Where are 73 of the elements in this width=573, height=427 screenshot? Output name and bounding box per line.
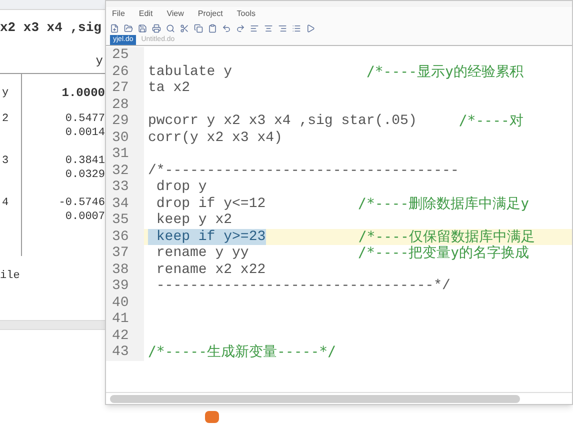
code-comment: /*----仅保留数据库中满足 (357, 228, 535, 245)
code-comment: /*-----生成新变量-----*/ (148, 344, 336, 360)
command-text: x2 x3 x4 ,sig (0, 19, 102, 37)
line-number: 29 (112, 113, 129, 129)
column-header: y (96, 52, 103, 70)
menu-item[interactable]: View (166, 8, 184, 20)
row-label: 4 (2, 196, 10, 210)
table-value: 0.5477 (65, 112, 105, 126)
menu-item[interactable]: Tools (236, 8, 256, 20)
row-label: 3 (2, 154, 10, 168)
line-number: 35 (112, 212, 129, 228)
code-text: corr(y x2 x3 x4) (148, 130, 282, 146)
line-number: 36 (112, 228, 129, 244)
code-text: keep y x2 (155, 212, 232, 228)
code-comment: /*----显示y的经验累积 (366, 64, 524, 80)
line-number: 31 (112, 146, 129, 162)
indent-icon[interactable] (250, 24, 259, 32)
code-comment: /*----对 (458, 113, 524, 130)
outdent-icon[interactable] (278, 24, 287, 32)
line-number: 39 (112, 278, 129, 294)
code-text: drop if y<=12 (155, 196, 267, 212)
line-number: 25 (112, 47, 129, 63)
code-text: keep if y>=23 (148, 228, 266, 245)
footer-text: ile (0, 268, 21, 284)
line-number: 27 (112, 80, 129, 96)
menu-item[interactable]: Project (198, 8, 223, 20)
table-value: 0.3841 (65, 154, 105, 168)
menu-item[interactable]: Edit (138, 8, 153, 20)
table-value: 0.0007 (65, 210, 105, 224)
code-text: rename y yy (155, 245, 250, 262)
print-icon[interactable] (152, 24, 161, 32)
menu-item[interactable]: File (112, 8, 125, 20)
line-number: 34 (112, 196, 129, 212)
code-text: rename x2 x22 (155, 262, 266, 278)
scissors-icon[interactable] (180, 24, 189, 32)
table-value: 1.0000 (62, 86, 105, 100)
code-text: tabulate y (148, 64, 234, 80)
table-value: 0.0014 (65, 126, 105, 140)
horizontal-scrollbar[interactable] (110, 394, 520, 402)
line-number: 28 (112, 96, 129, 112)
table-value: 0.0329 (65, 168, 105, 182)
line-number: 42 (112, 328, 129, 344)
line-number: 43 (112, 344, 129, 360)
line-number: 30 (112, 130, 129, 146)
row-label: 2 (2, 112, 10, 126)
code-text: drop y (155, 179, 207, 196)
line-number: 37 (112, 245, 129, 261)
code-text: /*----------------------------------- (148, 162, 459, 179)
code-comment: /*----删除数据库中满足y (358, 196, 530, 212)
align-icon[interactable] (264, 24, 273, 32)
line-number: 40 (112, 294, 129, 310)
row-label: y (2, 86, 10, 100)
folder-icon[interactable] (124, 24, 133, 32)
undo-icon[interactable] (222, 24, 231, 32)
line-number: 41 (112, 311, 129, 327)
new-file-icon[interactable] (110, 24, 119, 32)
code-text: pwcorr y x2 x3 x4 ,sig star(.05) (148, 113, 418, 130)
code-text: ta x2 (148, 80, 190, 96)
list-icon[interactable] (292, 24, 301, 32)
line-number: 33 (112, 179, 129, 195)
copy-icon[interactable] (194, 24, 203, 32)
code-text: ---------------------------------*/ (155, 278, 450, 294)
line-number: 26 (112, 64, 129, 80)
search-icon[interactable] (166, 24, 175, 32)
code-comment: /*----把变量y的名字换成 (358, 245, 530, 262)
input-method-icon[interactable] (205, 411, 219, 423)
table-value: -0.5746 (58, 196, 105, 210)
run-icon[interactable] (306, 24, 315, 32)
save-icon[interactable] (138, 24, 147, 32)
line-number: 32 (112, 162, 129, 178)
clipboard-icon[interactable] (208, 24, 217, 32)
redo-icon[interactable] (236, 24, 245, 32)
line-number: 38 (112, 262, 129, 278)
